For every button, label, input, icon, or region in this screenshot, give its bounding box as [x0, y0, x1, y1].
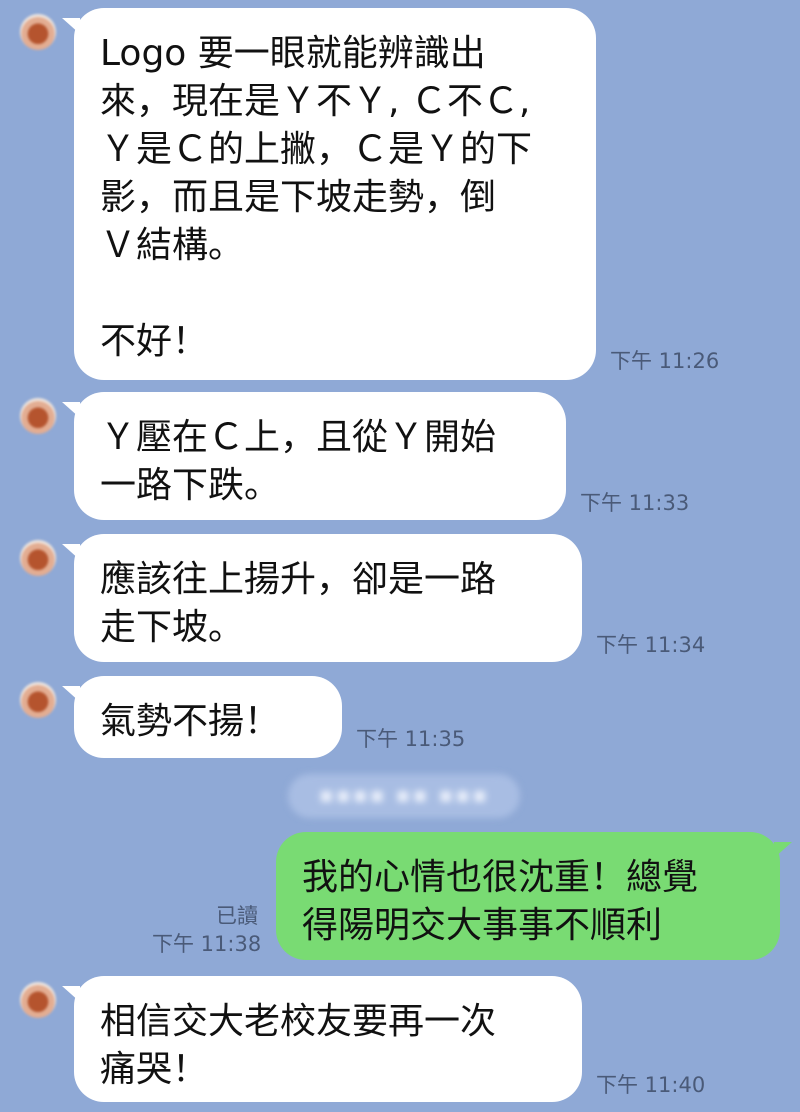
outgoing-message-bubble[interactable]: 我的心情也很沈重！總覺 得陽明交大事事不順利 [276, 832, 792, 960]
date-divider: ▪▪▪▪ ▪▪ ▪▪▪ [288, 774, 520, 818]
incoming-message-bubble[interactable]: 氣勢不揚！ [62, 676, 342, 758]
read-receipt: 已讀 [216, 904, 258, 928]
chat-screen: { "colors": { "background": "#8FA9D6", "… [0, 0, 800, 1112]
incoming-message-bubble[interactable]: 相信交大老校友要再一次 痛哭！ [62, 976, 582, 1102]
sender-avatar[interactable] [20, 14, 56, 50]
sender-avatar[interactable] [20, 398, 56, 434]
message-timestamp: 下午 11:26 [610, 349, 720, 373]
sender-avatar[interactable] [20, 982, 56, 1018]
message-timestamp: 下午 11:38 [152, 932, 262, 956]
incoming-message-bubble[interactable]: 應該往上揚升，卻是一路 走下坡。 [62, 534, 582, 662]
message-timestamp: 下午 11:40 [596, 1073, 706, 1097]
message-timestamp: 下午 11:34 [596, 633, 706, 657]
sender-avatar[interactable] [20, 540, 56, 576]
incoming-message-bubble[interactable]: Ｙ壓在Ｃ上，且從Ｙ開始 一路下跌。 [62, 392, 566, 520]
incoming-message-bubble[interactable]: Logo 要一眼就能辨識出 來，現在是Ｙ不Ｙ, Ｃ不Ｃ, Ｙ是Ｃ的上撇，Ｃ是Ｙ的… [62, 8, 596, 380]
message-timestamp: 下午 11:35 [356, 727, 466, 751]
sender-avatar[interactable] [20, 682, 56, 718]
message-timestamp: 下午 11:33 [580, 491, 690, 515]
